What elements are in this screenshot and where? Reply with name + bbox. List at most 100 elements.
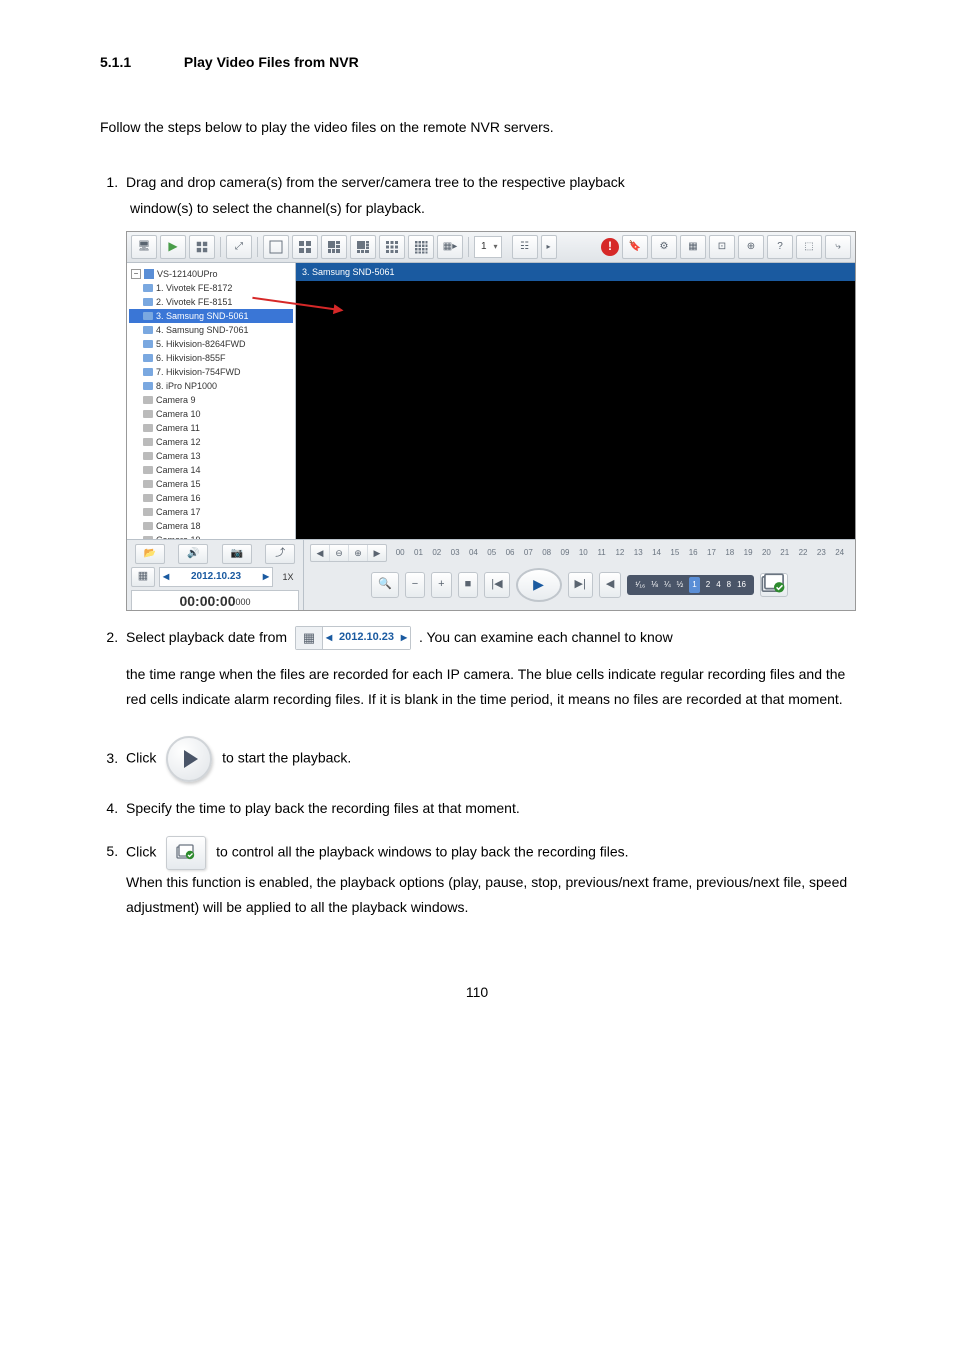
alert-icon[interactable]: ! bbox=[601, 238, 619, 256]
tree-camera-item[interactable]: Camera 17 bbox=[129, 505, 293, 519]
tree-camera-item[interactable]: Camera 16 bbox=[129, 491, 293, 505]
tree-camera-item[interactable]: Camera 18 bbox=[129, 519, 293, 533]
tree-camera-item[interactable]: 6. Hikvision-855F bbox=[129, 351, 293, 365]
channel-select[interactable]: 1 bbox=[474, 236, 502, 258]
inline-sync-button[interactable] bbox=[166, 836, 206, 870]
minus-button[interactable]: − bbox=[405, 572, 425, 598]
step-5: Click to control all the playback window… bbox=[122, 836, 854, 920]
playback-screenshot: 🖥 ▶ ⤢ ▦▸ 1 ☷ ▸ bbox=[126, 231, 856, 611]
screenshot-toolbar: 🖥 ▶ ⤢ ▦▸ 1 ☷ ▸ bbox=[127, 232, 855, 263]
step5-text-a: Click bbox=[126, 843, 160, 859]
speed-bar[interactable]: ¹⁄₁₆⅛¼½124816 bbox=[627, 575, 754, 595]
inline-date: 2012.10.23 bbox=[323, 627, 410, 649]
exit-button[interactable]: ⤷ bbox=[825, 235, 851, 259]
step-3: Click to start the playback. bbox=[122, 736, 854, 782]
tree-camera-item[interactable]: 2. Vivotek FE-8151 bbox=[129, 295, 293, 309]
camera-icon bbox=[143, 298, 153, 306]
inline-play-button[interactable] bbox=[166, 736, 212, 782]
step5-text-c: When this function is enabled, the playb… bbox=[126, 874, 847, 915]
tree-camera-item[interactable]: Camera 13 bbox=[129, 449, 293, 463]
timeline-zoom-out[interactable]: ⊖ bbox=[330, 545, 349, 561]
first-frame-button[interactable]: |◀ bbox=[484, 572, 509, 598]
intro-paragraph: Follow the steps below to play the video… bbox=[100, 115, 854, 140]
tree-camera-item[interactable]: Camera 19 bbox=[129, 533, 293, 539]
timeline-prev[interactable]: ◀ bbox=[311, 545, 330, 561]
tree-camera-item[interactable]: 3. Samsung SND-5061 bbox=[129, 309, 293, 323]
section-number: 5.1.1 bbox=[100, 50, 180, 75]
camera-icon bbox=[143, 536, 153, 539]
tree-camera-item[interactable]: Camera 14 bbox=[129, 463, 293, 477]
camera-icon bbox=[143, 354, 153, 362]
sync-playback-button[interactable] bbox=[760, 573, 788, 597]
audio-button[interactable]: 🔊 bbox=[178, 544, 208, 564]
tree-camera-item[interactable]: 4. Samsung SND-7061 bbox=[129, 323, 293, 337]
viewport-title: 3. Samsung SND-5061 bbox=[296, 263, 855, 281]
step-1: Drag and drop camera(s) from the server/… bbox=[122, 170, 854, 610]
camera-icon bbox=[143, 340, 153, 348]
section-heading: 5.1.1 Play Video Files from NVR bbox=[100, 50, 854, 75]
camera-icon bbox=[143, 452, 153, 460]
layout-more-button[interactable]: ▦▸ bbox=[437, 235, 463, 259]
camera-icon bbox=[143, 368, 153, 376]
options-button[interactable]: ⚙ bbox=[651, 235, 677, 259]
date-selector[interactable]: 2012.10.23 bbox=[159, 567, 273, 587]
timeline-next[interactable]: ▶ bbox=[368, 545, 386, 561]
zoom-out-button[interactable]: 🔍 bbox=[371, 572, 399, 598]
about-button[interactable]: ⬚ bbox=[796, 235, 822, 259]
calendar-button[interactable]: ▦ bbox=[131, 567, 155, 587]
camera-icon bbox=[143, 284, 153, 292]
layout-1-button[interactable] bbox=[263, 235, 289, 259]
tree-camera-item[interactable]: Camera 12 bbox=[129, 435, 293, 449]
export-button[interactable]: ⤴ bbox=[265, 544, 295, 564]
tree-camera-item[interactable]: Camera 11 bbox=[129, 421, 293, 435]
tree-camera-item[interactable]: 1. Vivotek FE-8172 bbox=[129, 281, 293, 295]
layout-6-button[interactable] bbox=[321, 235, 347, 259]
emap-button[interactable]: ▦ bbox=[680, 235, 706, 259]
step5-text-b: to control all the playback windows to p… bbox=[216, 843, 628, 859]
stop-button[interactable]: ■ bbox=[458, 572, 479, 598]
tree-server-node[interactable]: − VS-12140UPro bbox=[129, 267, 293, 281]
camera-icon bbox=[143, 410, 153, 418]
play-button[interactable]: ▶ bbox=[516, 568, 562, 602]
step4-text: Specify the time to play back the record… bbox=[126, 800, 520, 816]
layout-4-button[interactable] bbox=[292, 235, 318, 259]
bookmark-button[interactable]: 🔖 bbox=[622, 235, 648, 259]
step1-text-a: Drag and drop camera(s) from the server/… bbox=[126, 174, 625, 190]
playback-mode-button[interactable]: ▶ bbox=[160, 235, 186, 259]
tree-camera-item[interactable]: 7. Hikvision-754FWD bbox=[129, 365, 293, 379]
camera-tree: − VS-12140UPro 1. Vivotek FE-81722. Vivo… bbox=[127, 263, 296, 539]
remote-button[interactable]: ⊡ bbox=[709, 235, 735, 259]
camera-icon bbox=[143, 424, 153, 432]
camera-icon bbox=[143, 522, 153, 530]
multi-view-button[interactable]: ☷ bbox=[512, 235, 538, 259]
layout-9-button[interactable] bbox=[379, 235, 405, 259]
layout-8-button[interactable] bbox=[350, 235, 376, 259]
timeline-hours[interactable]: 0001020304050607080910111213141516171819… bbox=[391, 546, 849, 560]
inline-date-widget[interactable]: ▦ 2012.10.23 bbox=[295, 626, 411, 650]
plus-button[interactable]: + bbox=[431, 572, 451, 598]
tree-camera-item[interactable]: Camera 10 bbox=[129, 407, 293, 421]
open-file-button[interactable]: 📂 bbox=[135, 544, 165, 564]
expand-button[interactable]: ⤢ bbox=[226, 235, 252, 259]
help-button[interactable]: ? bbox=[767, 235, 793, 259]
calendar-icon: ▦ bbox=[296, 627, 323, 649]
section-title: Play Video Files from NVR bbox=[184, 54, 359, 70]
multi-view-arrow[interactable]: ▸ bbox=[541, 235, 557, 259]
snapshot-button[interactable]: 📷 bbox=[222, 544, 252, 564]
monitor-mode-button[interactable]: 🖥 bbox=[131, 235, 157, 259]
timeline-zoom-in[interactable]: ⊕ bbox=[349, 545, 368, 561]
layout-16-button[interactable] bbox=[408, 235, 434, 259]
last-frame-button[interactable]: ▶| bbox=[568, 572, 593, 598]
tree-camera-item[interactable]: 8. iPro NP1000 bbox=[129, 379, 293, 393]
collapse-icon[interactable]: − bbox=[131, 269, 141, 279]
server-icon bbox=[144, 269, 154, 279]
playback-footer: 📂 🔊 📷 ⤴ ▦ 2012.10.23 1X 00:00:00000 bbox=[127, 539, 855, 610]
network-button[interactable]: ⊕ bbox=[738, 235, 764, 259]
tree-camera-item[interactable]: Camera 15 bbox=[129, 477, 293, 491]
step2-text-b: . You can examine each channel to know bbox=[419, 629, 673, 645]
tree-camera-item[interactable]: 5. Hikvision-8264FWD bbox=[129, 337, 293, 351]
tree-camera-item[interactable]: Camera 9 bbox=[129, 393, 293, 407]
config-mode-button[interactable] bbox=[189, 235, 215, 259]
playback-viewport[interactable]: 3. Samsung SND-5061 bbox=[296, 263, 855, 539]
direction-button[interactable]: ◀ bbox=[599, 572, 621, 598]
